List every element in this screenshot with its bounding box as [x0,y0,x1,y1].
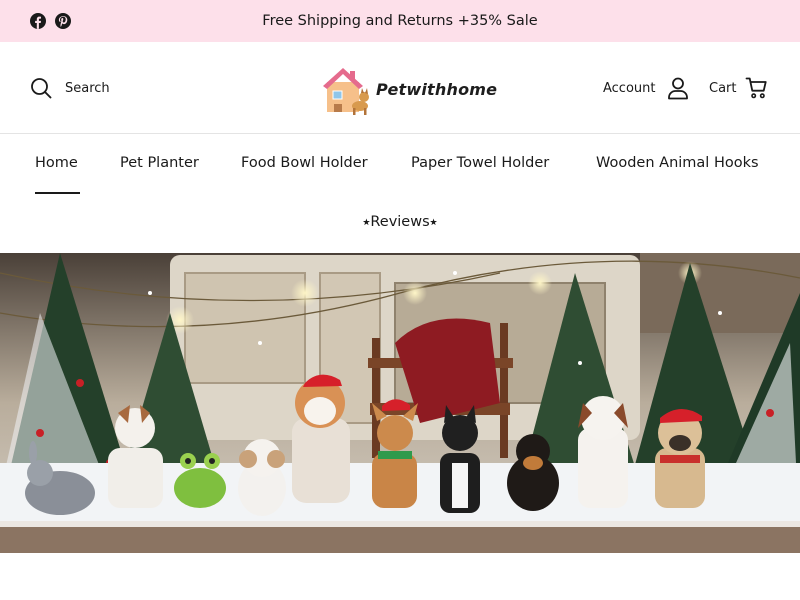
hero-banner-image[interactable] [0,253,800,553]
announcement-text: Free Shipping and Returns +35% Sale [262,13,538,29]
announcement-bar: Free Shipping and Returns +35% Sale [0,0,800,42]
main-nav: Home Pet Planter Food Bowl Holder Paper … [0,135,800,253]
search-label: Search [65,80,110,96]
nav-active-indicator [35,192,80,194]
account-link[interactable]: Account [603,76,690,100]
nav-item-food-bowl-holder[interactable]: Food Bowl Holder [241,155,368,171]
search-button[interactable]: Search [30,76,110,100]
nav-item-pet-planter[interactable]: Pet Planter [120,155,199,171]
logo-house-icon [323,68,369,115]
nav-item-paper-towel-holder[interactable]: Paper Towel Holder [411,155,549,171]
logo[interactable]: Petwithhome [320,60,497,118]
cart-link[interactable]: Cart [709,76,769,100]
site-header: Search Petwithhome Account Cart [0,42,800,134]
cart-label: Cart [709,80,737,96]
account-label: Account [603,80,656,96]
account-icon [667,77,688,100]
nav-item-home[interactable]: Home [35,155,78,171]
cart-icon [745,77,767,99]
search-icon [31,78,52,99]
nav-item-reviews[interactable]: ⭑Reviews⭑ [0,214,800,230]
nav-item-wooden-animal-hooks[interactable]: Wooden Animal Hooks [596,155,759,171]
logo-text: Petwithhome [376,79,498,99]
